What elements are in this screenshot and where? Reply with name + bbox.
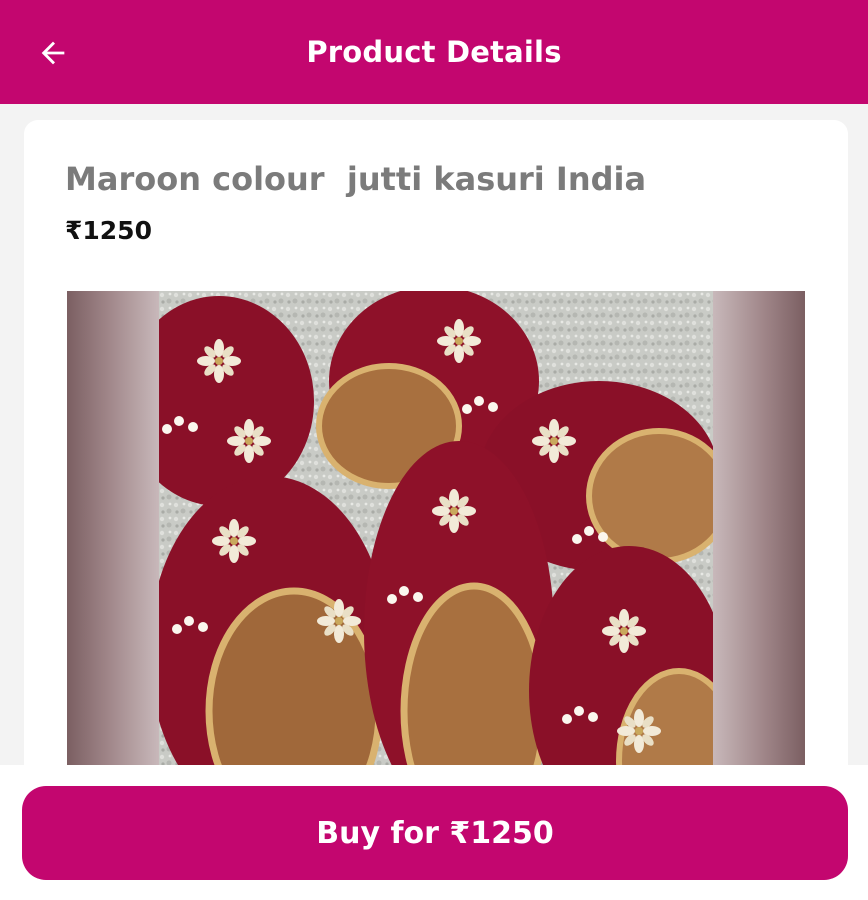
buy-price: ₹1250 [449, 815, 554, 851]
back-button[interactable] [30, 30, 76, 76]
image-blur-right [713, 291, 805, 820]
product-image[interactable] [67, 291, 805, 820]
product-price: ₹1250 [65, 216, 152, 245]
buy-button[interactable]: Buy for ₹1250 [22, 786, 848, 880]
page-title: Product Details [306, 35, 562, 69]
buy-label: Buy for [316, 815, 450, 851]
product-card: Maroon colour jutti kasuri India ₹1250 [24, 120, 848, 820]
arrow-left-icon [41, 41, 65, 65]
product-photo-jutti [159, 291, 713, 820]
app-bar: Product Details [0, 0, 868, 104]
product-title: Maroon colour jutti kasuri India [65, 160, 647, 198]
image-blur-left [67, 291, 159, 820]
